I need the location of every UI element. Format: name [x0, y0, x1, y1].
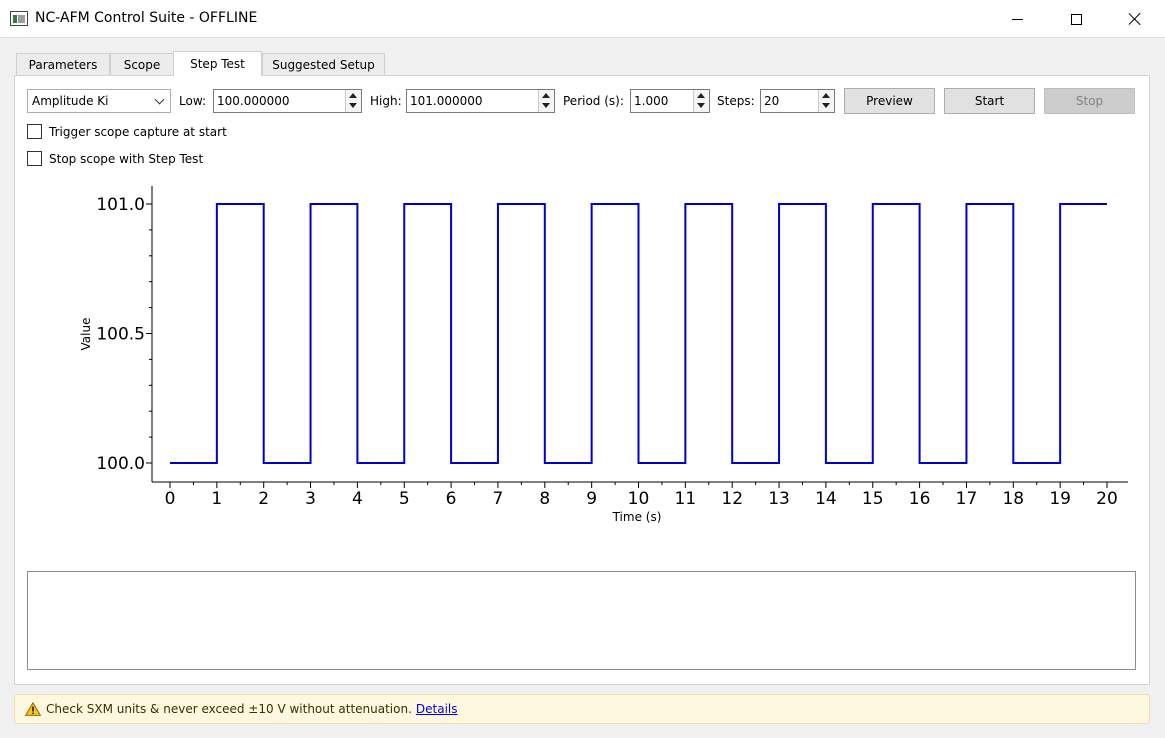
x-tick-label: 12: [721, 489, 743, 509]
x-axis-label: Time (s): [612, 510, 662, 524]
close-button[interactable]: [1106, 0, 1164, 38]
steps-label: Steps:: [717, 94, 755, 108]
x-tick-label: 18: [1002, 489, 1024, 509]
minimize-button[interactable]: [988, 0, 1046, 38]
x-tick-label: 2: [258, 489, 269, 509]
y-tick-label: 100.0: [96, 454, 145, 474]
stop-scope-checkbox[interactable]: [27, 151, 42, 166]
arrow-down-icon[interactable]: [822, 103, 830, 108]
x-tick-label: 17: [956, 489, 978, 509]
step-test-chart: 0 1 2 3 4 5 6 7 8 9 10 11 12 13 14 15 16 17 18 19 20100.0100…: [79, 186, 1128, 524]
period-stepper[interactable]: [693, 90, 709, 112]
period-input[interactable]: 1.000: [630, 89, 710, 113]
arrow-up-icon[interactable]: [542, 93, 550, 98]
x-tick-label: 9: [586, 489, 597, 509]
y-tick-label: 100.5: [96, 325, 145, 345]
x-tick-label: 14: [815, 489, 837, 509]
preview-button[interactable]: Preview: [844, 88, 935, 114]
trigger-scope-label: Trigger scope capture at start: [49, 124, 227, 139]
high-input[interactable]: 101.000000: [406, 89, 555, 113]
x-tick-label: 13: [768, 489, 790, 509]
parameter-select[interactable]: Amplitude Ki: [27, 89, 171, 113]
x-tick-label: 4: [352, 489, 363, 509]
warning-text: Check SXM units & never exceed ±10 V wit…: [46, 702, 412, 716]
y-axis-label: Value: [79, 318, 93, 351]
x-tick-label: 8: [539, 489, 550, 509]
details-link[interactable]: Details: [416, 702, 458, 716]
arrow-up-icon[interactable]: [349, 93, 357, 98]
x-tick-label: 7: [493, 489, 504, 509]
maximize-icon: [1070, 13, 1082, 25]
arrow-down-icon[interactable]: [542, 103, 550, 108]
warning-banner: Check SXM units & never exceed ±10 V wit…: [14, 694, 1150, 724]
arrow-up-icon[interactable]: [822, 93, 830, 98]
log-output[interactable]: [27, 571, 1136, 670]
high-label: High:: [370, 94, 402, 108]
steps-stepper[interactable]: [818, 90, 834, 112]
start-button[interactable]: Start: [944, 88, 1035, 114]
period-label: Period (s):: [563, 94, 624, 108]
steps-input-value: 20: [764, 94, 780, 108]
x-tick-label: 19: [1049, 489, 1071, 509]
tab-suggested-setup[interactable]: Suggested Setup: [262, 53, 385, 75]
minimize-icon: [1011, 18, 1023, 20]
tab-scope[interactable]: Scope: [110, 53, 174, 75]
stop-scope-label: Stop scope with Step Test: [49, 151, 204, 166]
x-tick-label: 1: [211, 489, 222, 509]
x-tick-label: 10: [628, 489, 650, 509]
period-input-value: 1.000: [634, 94, 669, 108]
window-title: NC-AFM Control Suite - OFFLINE: [35, 10, 258, 26]
high-stepper[interactable]: [538, 90, 554, 112]
stop-button[interactable]: Stop: [1044, 88, 1135, 114]
x-tick-label: 6: [446, 489, 457, 509]
title-bar: NC-AFM Control Suite - OFFLINE: [0, 0, 1165, 38]
low-input-value: 100.000000: [217, 94, 290, 108]
x-tick-label: 15: [862, 489, 884, 509]
tab-parameters[interactable]: Parameters: [16, 53, 110, 75]
arrow-up-icon[interactable]: [697, 93, 705, 98]
close-icon: [1128, 12, 1142, 26]
x-tick-label: 11: [675, 489, 697, 509]
tab-step-test[interactable]: Step Test: [173, 51, 262, 76]
low-input[interactable]: 100.000000: [213, 89, 362, 113]
trigger-scope-checkbox[interactable]: [27, 124, 42, 139]
arrow-down-icon[interactable]: [349, 103, 357, 108]
parameter-select-value: Amplitude Ki: [32, 94, 109, 108]
low-stepper[interactable]: [345, 90, 361, 112]
maximize-button[interactable]: [1047, 0, 1105, 38]
app-icon: [10, 11, 28, 26]
x-tick-label: 3: [305, 489, 316, 509]
x-tick-label: 5: [399, 489, 410, 509]
trigger-scope-checkbox-row[interactable]: Trigger scope capture at start: [27, 124, 227, 139]
low-label: Low:: [179, 94, 207, 108]
warning-icon: [25, 702, 41, 716]
x-tick-label: 0: [165, 489, 176, 509]
steps-input[interactable]: 20: [760, 89, 835, 113]
x-tick-label: 20: [1096, 489, 1118, 509]
high-input-value: 101.000000: [410, 94, 483, 108]
arrow-down-icon[interactable]: [697, 103, 705, 108]
chevron-down-icon: [154, 94, 165, 105]
y-tick-label: 101.0: [96, 195, 145, 215]
x-tick-label: 16: [909, 489, 931, 509]
step-series-line: [170, 203, 1107, 464]
stop-scope-checkbox-row[interactable]: Stop scope with Step Test: [27, 151, 203, 166]
